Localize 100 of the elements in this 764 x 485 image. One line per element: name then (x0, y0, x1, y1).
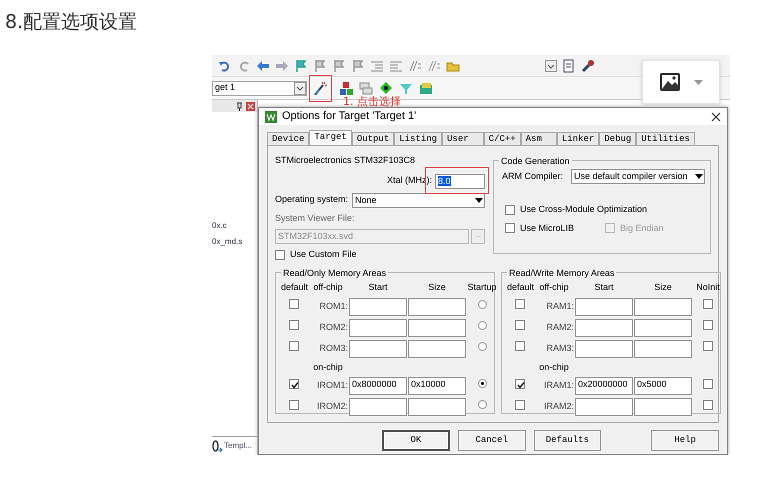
dialog-button[interactable]: OK (382, 430, 450, 451)
tab[interactable]: Target (309, 130, 352, 145)
tab[interactable]: Output (352, 132, 394, 145)
flag-icon[interactable] (351, 58, 365, 72)
checkbox[interactable] (289, 400, 299, 410)
checkbox[interactable] (703, 400, 713, 410)
radio-button[interactable] (478, 379, 486, 388)
checkbox[interactable] (289, 341, 299, 352)
undo-icon[interactable] (218, 58, 232, 72)
size-field[interactable] (634, 340, 692, 358)
tab[interactable]: C/C++ (484, 132, 521, 145)
tab[interactable]: Asm (520, 132, 557, 145)
column-header: Start (367, 281, 388, 294)
tab[interactable]: User (442, 132, 484, 145)
tab[interactable]: Debug (599, 132, 636, 145)
right-arrow-icon[interactable] (275, 58, 289, 72)
uncomment-icon[interactable] (427, 58, 441, 72)
size-field[interactable]: 0x5000 (634, 377, 692, 395)
target-name: get 1 (215, 81, 236, 94)
checkbox[interactable] (703, 299, 713, 310)
outdent-icon[interactable] (389, 58, 403, 72)
size-field[interactable]: 0x10000 (408, 377, 466, 395)
start-field[interactable]: 0x20000000 (575, 377, 633, 395)
flag-icon[interactable] (294, 58, 308, 72)
tab[interactable]: Linker (556, 132, 600, 145)
redo-icon[interactable] (237, 58, 251, 72)
size-field[interactable] (408, 398, 466, 416)
radio-button[interactable] (478, 400, 486, 410)
pin-icon[interactable] (236, 102, 243, 110)
checkbox[interactable] (505, 223, 515, 234)
dialog-button[interactable]: Defaults (534, 430, 602, 451)
memory-label: ROM2: (318, 320, 348, 334)
document-icon[interactable] (562, 58, 576, 72)
radio-button[interactable] (478, 342, 486, 351)
checkbox[interactable] (703, 320, 713, 330)
boxes-icon[interactable] (339, 81, 353, 95)
xtal-input[interactable]: 8.0 (435, 174, 485, 188)
book-stack-icon[interactable] (419, 81, 433, 95)
size-field[interactable] (634, 318, 692, 336)
comment-icon[interactable] (408, 58, 422, 72)
diamond-icon[interactable] (379, 81, 393, 95)
magic-wand-icon[interactable] (313, 81, 327, 95)
checkbox[interactable] (515, 320, 525, 330)
target-select[interactable]: get 1 (212, 80, 307, 96)
size-field[interactable] (408, 298, 466, 316)
image-icon[interactable] (660, 73, 680, 91)
size-field[interactable] (408, 340, 466, 358)
start-field[interactable] (575, 340, 633, 358)
flag-icon[interactable] (313, 58, 327, 72)
stacked-windows-icon[interactable] (359, 81, 373, 95)
start-field[interactable] (349, 340, 407, 358)
checkbox[interactable] (289, 320, 299, 330)
checkbox[interactable] (515, 378, 525, 389)
file-name[interactable]: 0x.c (212, 220, 257, 232)
checkbox-label: Big Endian (620, 222, 664, 235)
dialog-button[interactable]: Help (651, 430, 719, 451)
checkbox[interactable] (515, 341, 525, 352)
indent-icon[interactable] (370, 58, 384, 72)
dropdown-icon[interactable] (294, 82, 306, 94)
checkbox[interactable] (289, 378, 299, 389)
left-arrow-icon[interactable] (256, 58, 270, 72)
section-label: on-chip (312, 360, 344, 374)
radio-button[interactable] (478, 320, 486, 330)
checkbox[interactable] (515, 299, 525, 310)
dropdown-icon[interactable] (545, 60, 557, 72)
project-icon (212, 440, 223, 452)
tools-icon[interactable] (581, 58, 595, 72)
column-header: default (281, 281, 307, 294)
checkbox[interactable] (505, 204, 515, 215)
dialog-button[interactable]: Cancel (458, 430, 526, 451)
checkbox[interactable] (289, 299, 299, 310)
os-dropdown[interactable]: None (352, 192, 485, 208)
start-field[interactable] (575, 398, 633, 416)
start-field[interactable] (575, 298, 633, 316)
memory-label: ROM3: (318, 342, 348, 355)
checkbox[interactable] (515, 400, 525, 410)
checkbox-label: Use Cross-Module Optimization (520, 203, 648, 216)
close-icon[interactable] (711, 112, 721, 122)
compiler-label: ARM Compiler: (502, 170, 564, 183)
tab[interactable]: Device (267, 132, 310, 145)
radio-button[interactable] (478, 300, 486, 309)
project-tab[interactable]: Templ... (224, 440, 252, 452)
start-field[interactable] (349, 398, 407, 416)
tab[interactable]: Utilities (636, 132, 695, 145)
start-field[interactable] (349, 298, 407, 316)
checkbox[interactable] (703, 341, 713, 352)
caret-icon[interactable] (694, 80, 702, 84)
tab[interactable]: Listing (394, 132, 442, 145)
funnel-icon[interactable] (399, 81, 413, 95)
size-field[interactable] (634, 398, 692, 416)
flag-icon[interactable] (332, 58, 346, 72)
start-field[interactable] (575, 318, 633, 336)
start-field[interactable] (349, 318, 407, 336)
checkbox[interactable] (703, 378, 713, 389)
start-field[interactable]: 0x8000000 (349, 377, 407, 395)
size-field[interactable] (408, 318, 466, 336)
checkbox[interactable] (275, 250, 285, 260)
compiler-dropdown[interactable]: Use default compiler version (571, 169, 705, 184)
file-name[interactable]: 0x_md.s (212, 236, 257, 248)
size-field[interactable] (634, 298, 692, 316)
